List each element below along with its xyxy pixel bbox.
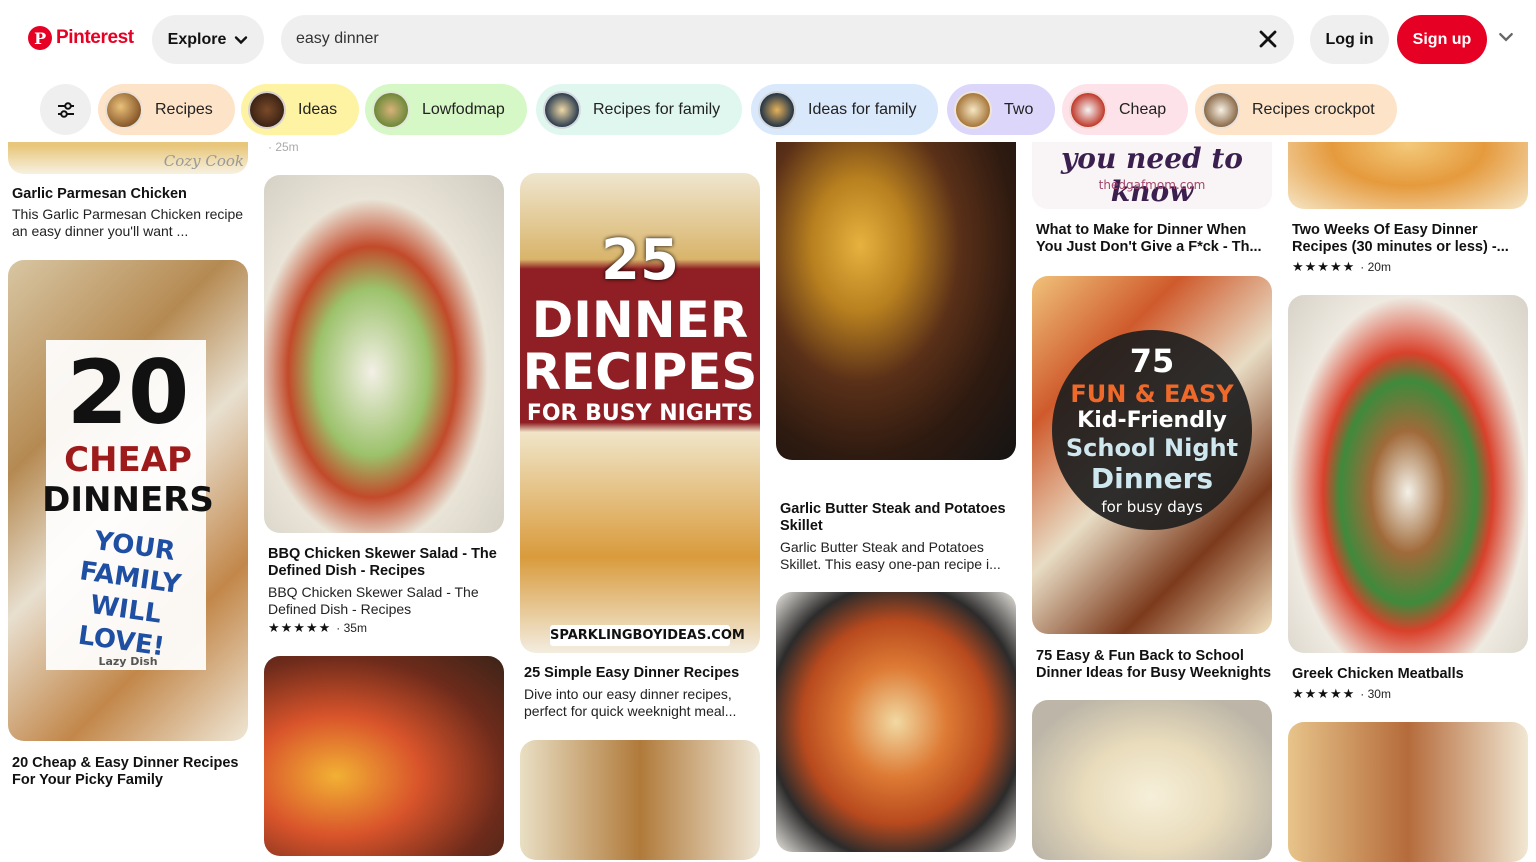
star-rating-icon: ★★★★★	[268, 620, 332, 635]
pin-image-stuffed-peppers[interactable]	[264, 656, 504, 856]
overlay-line-1: FUN & EASY	[1070, 380, 1234, 408]
chip-thumbnail	[105, 90, 143, 129]
site-banner: SPARKLINGBOYIDEAS.COM	[550, 625, 745, 646]
clear-search-icon[interactable]	[1258, 29, 1278, 49]
chip-thumbnail	[543, 90, 581, 129]
chip-lowfodmap[interactable]: Lowfodmap	[365, 84, 527, 135]
pin-title[interactable]: Garlic Parmesan Chicken	[12, 186, 248, 203]
pin-title[interactable]: Greek Chicken Meatballs	[1292, 666, 1528, 683]
pin-title[interactable]: 25 Simple Easy Dinner Recipes	[524, 665, 760, 682]
pin-time: · 20m	[1360, 260, 1391, 274]
pinterest-logo[interactable]: P Pinterest	[28, 26, 134, 50]
guided-search-bar: Recipes Ideas Lowfodmap Recipes for fami…	[0, 78, 1536, 142]
chip-label: Ideas for family	[808, 100, 917, 118]
brand-text: Lazy Dish	[98, 655, 158, 668]
top-header: P Pinterest Explore easy dinner Log in S…	[0, 0, 1536, 78]
overlay-line-2: RECIPES	[522, 343, 758, 401]
filter-button[interactable]	[40, 84, 91, 135]
pin-image-75-school-night[interactable]: 75 FUN & EASY Kid-Friendly School Night …	[1032, 276, 1272, 634]
search-value: easy dinner	[296, 30, 379, 47]
search-input[interactable]: easy dinner	[281, 15, 1294, 64]
pin-rating: ★★★★★ · 30m	[1292, 686, 1391, 702]
explore-button[interactable]: Explore	[152, 15, 264, 64]
pin-image-20-cheap-dinners[interactable]: 20 CHEAP DINNERS YOUR FAMILY WILL LOVE! …	[8, 260, 248, 741]
pin-meta: · 25m	[268, 140, 299, 154]
pin-title[interactable]: Two Weeks Of Easy Dinner Recipes (30 min…	[1292, 222, 1528, 256]
chip-thumbnail	[1069, 90, 1107, 129]
pin-title[interactable]: 20 Cheap & Easy Dinner Recipes For Your …	[12, 755, 248, 789]
pin-description: BBQ Chicken Skewer Salad - The Defined D…	[268, 584, 479, 617]
overlay-line-3: School Night	[1065, 434, 1239, 462]
star-rating-icon: ★★★★★	[1292, 686, 1356, 701]
signup-button[interactable]: Sign up	[1397, 15, 1487, 64]
pin-image-next[interactable]	[520, 740, 760, 860]
pin-title[interactable]: Garlic Butter Steak and Potatoes Skillet	[780, 501, 1016, 535]
overlay-line-1: CHEAP	[64, 440, 192, 480]
pin-image-greek-chicken-meatballs[interactable]	[1288, 295, 1528, 653]
chip-label: Cheap	[1119, 100, 1167, 118]
pinterest-logo-icon: P	[28, 26, 52, 50]
overlay-script: you need to know	[1061, 142, 1243, 208]
star-rating-icon: ★★★★★	[1292, 259, 1356, 274]
chip-thumbnail	[248, 90, 286, 129]
overlay-line-4: Dinners	[1090, 462, 1214, 495]
overlay-number: 25	[601, 228, 679, 293]
overlay-line-2: DINNERS	[42, 480, 214, 520]
pin-image-bbq-skewer-salad[interactable]	[264, 175, 504, 533]
pin-rating: ★★★★★ · 20m	[1292, 259, 1391, 275]
chip-thumbnail	[1202, 90, 1240, 129]
pin-time: · 35m	[336, 621, 367, 635]
pin-image-next[interactable]	[1288, 722, 1528, 862]
chip-label: Two	[1004, 100, 1034, 118]
chip-two[interactable]: Two	[947, 84, 1056, 135]
pin-image-garlic-butter-steak[interactable]	[776, 102, 1016, 460]
chip-thumbnail	[758, 90, 796, 129]
overlay-line-5: for busy days	[1101, 498, 1203, 516]
chip-label: Lowfodmap	[422, 100, 505, 118]
chip-recipes-crockpot[interactable]: Recipes crockpot	[1195, 84, 1397, 135]
pin-image-pasta-skillet[interactable]	[776, 592, 1016, 852]
chip-cheap[interactable]: Cheap	[1062, 84, 1189, 135]
login-button[interactable]: Log in	[1310, 15, 1389, 64]
chip-recipes-for-family[interactable]: Recipes for family	[536, 84, 743, 135]
account-menu-chevron-icon[interactable]	[1498, 29, 1514, 45]
chip-label: Recipes crockpot	[1252, 100, 1375, 118]
chevron-down-icon	[235, 35, 248, 44]
pin-description: Dive into our easy dinner recipes, perfe…	[524, 686, 737, 719]
chip-ideas-for-family[interactable]: Ideas for family	[751, 84, 939, 135]
chip-ideas[interactable]: Ideas	[241, 84, 360, 135]
overlay-number: 20	[66, 341, 190, 444]
chip-label: Recipes for family	[593, 100, 721, 118]
chip-recipes[interactable]: Recipes	[98, 84, 235, 135]
chip-label: Ideas	[298, 100, 338, 118]
overlay-line-2: Kid-Friendly	[1077, 408, 1227, 433]
pin-description: This Garlic Parmesan Chicken recipe an e…	[12, 206, 244, 239]
pin-title[interactable]: 75 Easy & Fun Back to School Dinner Idea…	[1036, 648, 1272, 682]
pin-time: · 30m	[1360, 687, 1391, 701]
overlay-number: 75	[1129, 342, 1175, 380]
overlay-line-3: YOUR FAMILY WILL LOVE!	[76, 525, 183, 663]
pin-rating: ★★★★★ · 35m	[268, 620, 367, 636]
site-label: thedgafmom.com	[1098, 178, 1206, 192]
chip-label: Recipes	[155, 100, 213, 118]
filter-sliders-icon	[57, 101, 74, 118]
chip-thumbnail	[954, 90, 992, 129]
pin-image-25-dinner-recipes[interactable]: 25 DINNER RECIPES FOR BUSY NIGHTS SPARKL…	[520, 173, 760, 653]
logo-text: Pinterest	[56, 27, 134, 48]
pin-image-pasta-bowl[interactable]	[1032, 700, 1272, 860]
chip-thumbnail	[372, 90, 410, 129]
overlay-line-3: FOR BUSY NIGHTS	[526, 401, 754, 426]
watermark-text: Cozy Cook	[163, 152, 244, 170]
pin-title[interactable]: What to Make for Dinner When You Just Do…	[1036, 222, 1272, 256]
pin-description: Garlic Butter Steak and Potatoes Skillet…	[780, 539, 1001, 572]
pin-time: · 25m	[268, 140, 299, 154]
explore-label: Explore	[167, 30, 227, 48]
overlay-line-1: DINNER	[531, 291, 749, 349]
pin-title[interactable]: BBQ Chicken Skewer Salad - The Defined D…	[268, 546, 504, 580]
